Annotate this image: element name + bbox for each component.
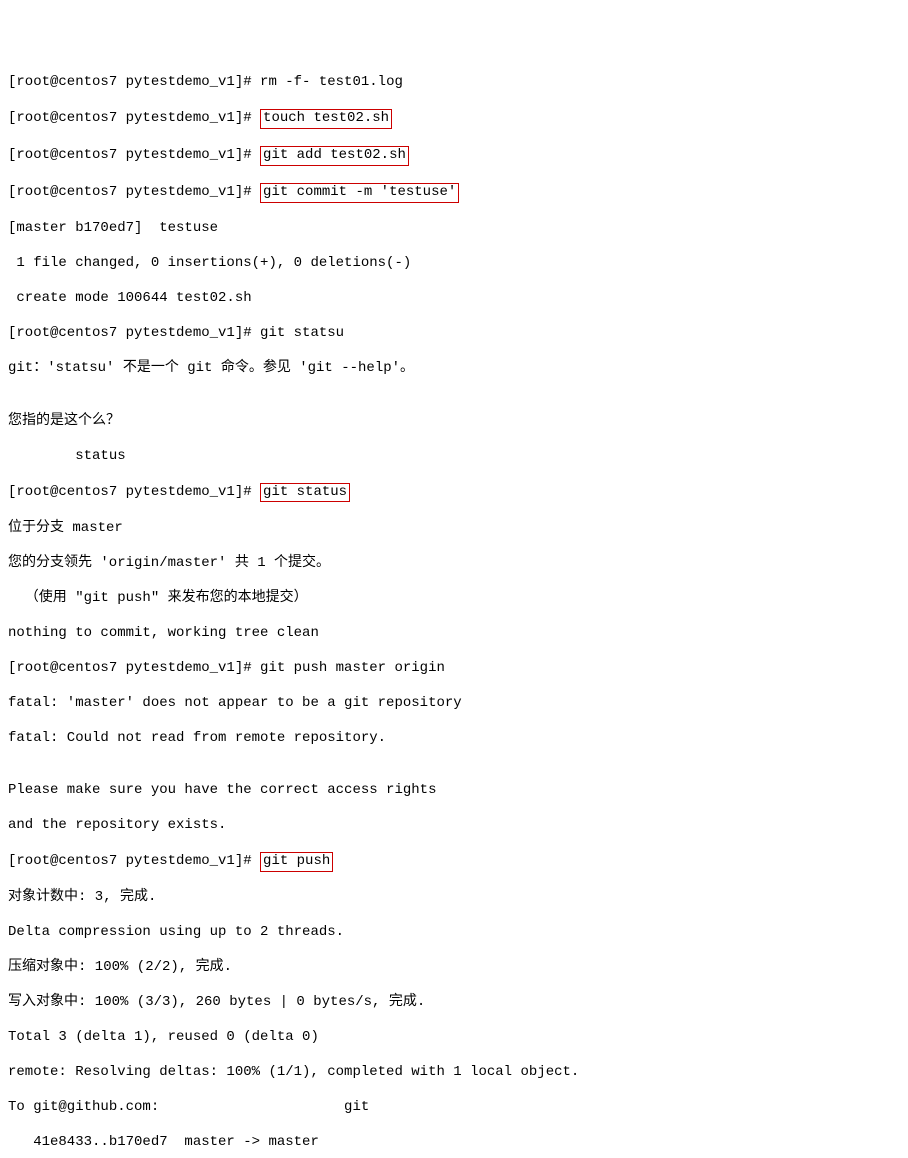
terminal-line: [root@centos7 pytestdemo_v1]# git status [8, 483, 900, 503]
terminal-output: To git@github.com: git [8, 1099, 900, 1117]
prompt: [root@centos7 pytestdemo_v1]# [8, 110, 260, 126]
terminal-output: Please make sure you have the correct ac… [8, 782, 900, 800]
terminal-output: remote: Resolving deltas: 100% (1/1), co… [8, 1064, 900, 1082]
terminal-line: [root@centos7 pytestdemo_v1]# rm -f- tes… [8, 74, 900, 92]
terminal-output: 压缩对象中: 100% (2/2), 完成. [8, 959, 900, 977]
terminal-line: [root@centos7 pytestdemo_v1]# git push [8, 852, 900, 872]
terminal-output: 写入对象中: 100% (3/3), 260 bytes | 0 bytes/s… [8, 994, 900, 1012]
terminal-output: 位于分支 master [8, 520, 900, 538]
highlighted-command: touch test02.sh [260, 109, 392, 129]
terminal-line: [root@centos7 pytestdemo_v1]# git push m… [8, 660, 900, 678]
terminal-output: [master b170ed7] testuse [8, 220, 900, 238]
terminal-output: （使用 "git push" 来发布您的本地提交） [8, 590, 900, 608]
terminal-output: fatal: 'master' does not appear to be a … [8, 695, 900, 713]
terminal-line: [root@centos7 pytestdemo_v1]# git statsu [8, 325, 900, 343]
terminal-output: 对象计数中: 3, 完成. [8, 889, 900, 907]
terminal-output: fatal: Could not read from remote reposi… [8, 730, 900, 748]
highlighted-command: git commit -m 'testuse' [260, 183, 459, 203]
terminal-output: 1 file changed, 0 insertions(+), 0 delet… [8, 255, 900, 273]
terminal-line: [root@centos7 pytestdemo_v1]# touch test… [8, 109, 900, 129]
prompt: [root@centos7 pytestdemo_v1]# [8, 74, 260, 90]
prompt: [root@centos7 pytestdemo_v1]# [8, 660, 260, 676]
terminal-output: create mode 100644 test02.sh [8, 290, 900, 308]
terminal-output: 您的分支领先 'origin/master' 共 1 个提交。 [8, 555, 900, 573]
prompt: [root@centos7 pytestdemo_v1]# [8, 484, 260, 500]
command: rm -f- test01.log [260, 74, 403, 90]
terminal-output: 您指的是这个么？ [8, 413, 900, 431]
terminal-output: Total 3 (delta 1), reused 0 (delta 0) [8, 1029, 900, 1047]
prompt: [root@centos7 pytestdemo_v1]# [8, 853, 260, 869]
terminal-output: status [8, 448, 900, 466]
terminal-output: 41e8433..b170ed7 master -> master [8, 1134, 900, 1152]
prompt: [root@centos7 pytestdemo_v1]# [8, 184, 260, 200]
command: git push master origin [260, 660, 445, 676]
terminal-line: [root@centos7 pytestdemo_v1]# git commit… [8, 183, 900, 203]
highlighted-command: git add test02.sh [260, 146, 409, 166]
highlighted-command: git push [260, 852, 333, 872]
command: git statsu [260, 325, 344, 341]
highlighted-command: git status [260, 483, 350, 503]
terminal-output: git：'statsu' 不是一个 git 命令。参见 'git --help'… [8, 360, 900, 378]
terminal-output: nothing to commit, working tree clean [8, 625, 900, 643]
prompt: [root@centos7 pytestdemo_v1]# [8, 325, 260, 341]
terminal-line: [root@centos7 pytestdemo_v1]# git add te… [8, 146, 900, 166]
prompt: [root@centos7 pytestdemo_v1]# [8, 147, 260, 163]
terminal-output: and the repository exists. [8, 817, 900, 835]
terminal-output: Delta compression using up to 2 threads. [8, 924, 900, 942]
